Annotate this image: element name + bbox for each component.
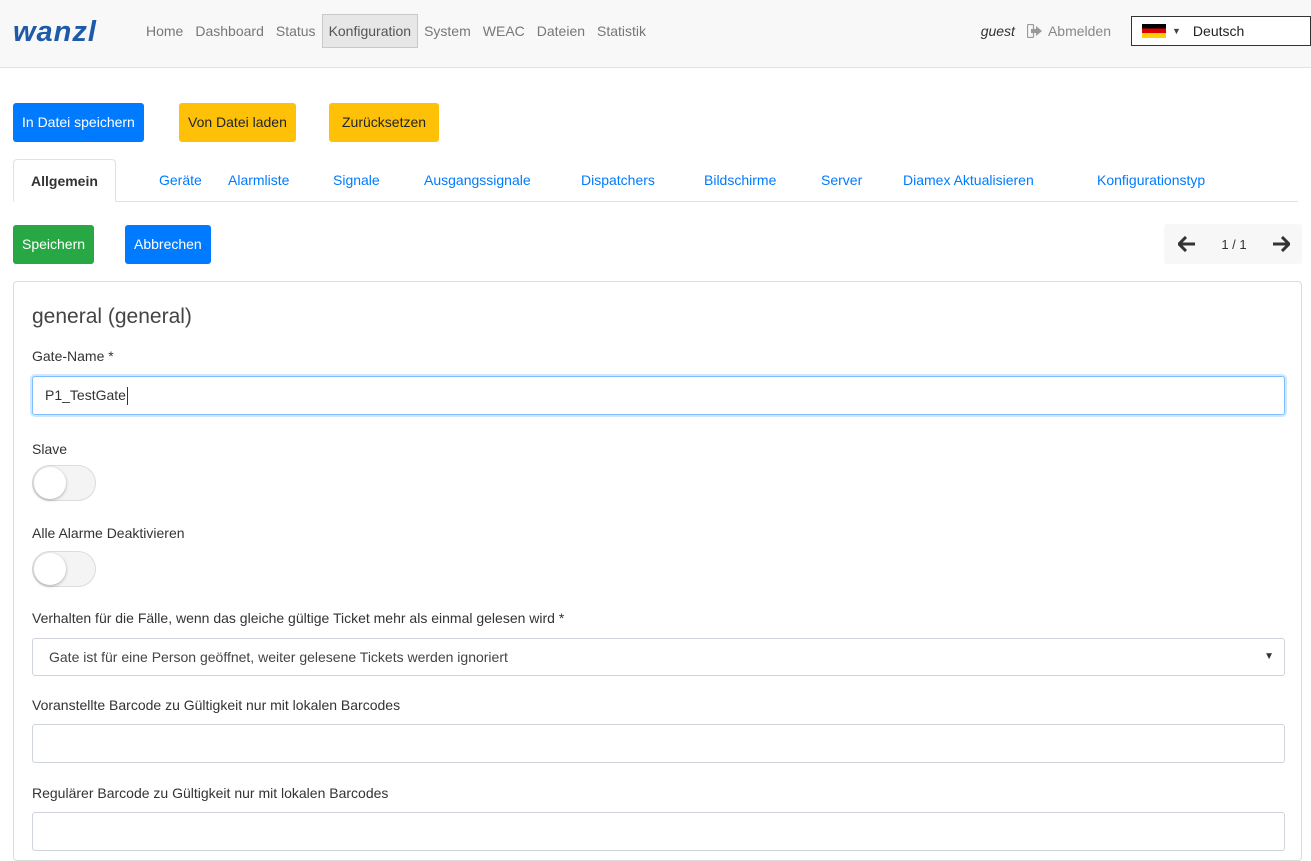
user-name: guest <box>980 23 1015 39</box>
regular-barcode-input[interactable] <box>32 812 1285 851</box>
tab-allgemein[interactable]: Allgemein <box>13 159 116 202</box>
regular-barcode-label: Regulärer Barcode zu Gültigkeit nur mit … <box>32 785 389 801</box>
nav-system[interactable]: System <box>418 14 477 48</box>
text-cursor <box>126 387 128 406</box>
wanzl-logo[interactable]: wanzl <box>13 15 97 49</box>
logout-label: Abmelden <box>1047 23 1111 39</box>
nav-user-area: guest Abmelden ▼ Deutsch <box>981 14 1311 48</box>
top-navbar: wanzl Home Dashboard Status Konfiguratio… <box>0 0 1311 68</box>
nav-home[interactable]: Home <box>140 14 189 48</box>
nav-weac[interactable]: WEAC <box>477 14 531 48</box>
ticket-behavior-select[interactable]: Gate ist für eine Person geöffnet, weite… <box>32 638 1285 676</box>
ticket-behavior-value: Gate ist für eine Person geöffnet, weite… <box>49 649 508 665</box>
german-flag-icon <box>1142 24 1166 38</box>
language-label: Deutsch <box>1192 23 1245 39</box>
tab-ausgangssignale[interactable]: Ausgangssignale <box>424 159 531 202</box>
arrow-left-icon[interactable] <box>1177 235 1196 253</box>
main-nav: Home Dashboard Status Konfiguration Syst… <box>140 14 652 48</box>
tab-diamex-aktualisieren[interactable]: Diamex Aktualisieren <box>903 159 1034 202</box>
record-pager: 1 / 1 <box>1164 224 1302 264</box>
ticket-behavior-label: Verhalten für die Fälle, wenn das gleich… <box>32 610 565 626</box>
nav-statistik[interactable]: Statistik <box>591 14 652 48</box>
slave-label: Slave <box>32 441 68 457</box>
tab-bildschirme[interactable]: Bildschirme <box>704 159 776 202</box>
pager-counter: 1 / 1 <box>1221 236 1247 252</box>
config-tabs: Allgemein Geräte Alarmliste Signale Ausg… <box>13 159 1298 202</box>
prefixed-barcode-label: Voranstellte Barcode zu Gültigkeit nur m… <box>32 697 401 713</box>
general-form-card <box>13 281 1302 861</box>
reset-button[interactable]: Zurücksetzen <box>329 103 440 142</box>
toggle-knob <box>34 467 66 499</box>
save-to-file-button[interactable]: In Datei speichern <box>13 103 144 142</box>
tab-signale[interactable]: Signale <box>333 159 380 202</box>
tab-dispatchers[interactable]: Dispatchers <box>581 159 655 202</box>
gate-name-input[interactable]: P1_TestGate <box>32 376 1285 415</box>
tab-geraete[interactable]: Geräte <box>159 159 202 202</box>
cancel-button[interactable]: Abbrechen <box>125 225 211 264</box>
disable-alarms-toggle[interactable] <box>32 551 96 587</box>
caret-down-icon: ▼ <box>1264 651 1274 662</box>
nav-dashboard[interactable]: Dashboard <box>189 14 270 48</box>
language-select[interactable]: ▼ Deutsch <box>1131 16 1311 46</box>
save-button[interactable]: Speichern <box>13 225 95 264</box>
logout-icon <box>1026 23 1043 39</box>
nav-status[interactable]: Status <box>270 14 322 48</box>
tab-server[interactable]: Server <box>821 159 862 202</box>
caret-down-icon: ▼ <box>1172 26 1181 36</box>
tab-konfigurationstyp[interactable]: Konfigurationstyp <box>1097 159 1205 202</box>
gate-name-value: P1_TestGate <box>45 387 126 403</box>
gate-name-label: Gate-Name * <box>32 348 114 364</box>
toggle-knob <box>34 553 66 585</box>
load-from-file-button[interactable]: Von Datei laden <box>179 103 296 142</box>
form-title: general (general) <box>32 305 192 328</box>
arrow-right-icon[interactable] <box>1272 235 1291 253</box>
nav-dateien[interactable]: Dateien <box>531 14 591 48</box>
slave-toggle[interactable] <box>32 465 96 501</box>
prefixed-barcode-input[interactable] <box>32 724 1285 763</box>
tab-alarmliste[interactable]: Alarmliste <box>228 159 289 202</box>
disable-alarms-label: Alle Alarme Deaktivieren <box>32 525 185 541</box>
nav-konfiguration[interactable]: Konfiguration <box>321 14 419 48</box>
logout-link[interactable]: Abmelden <box>1026 23 1111 39</box>
